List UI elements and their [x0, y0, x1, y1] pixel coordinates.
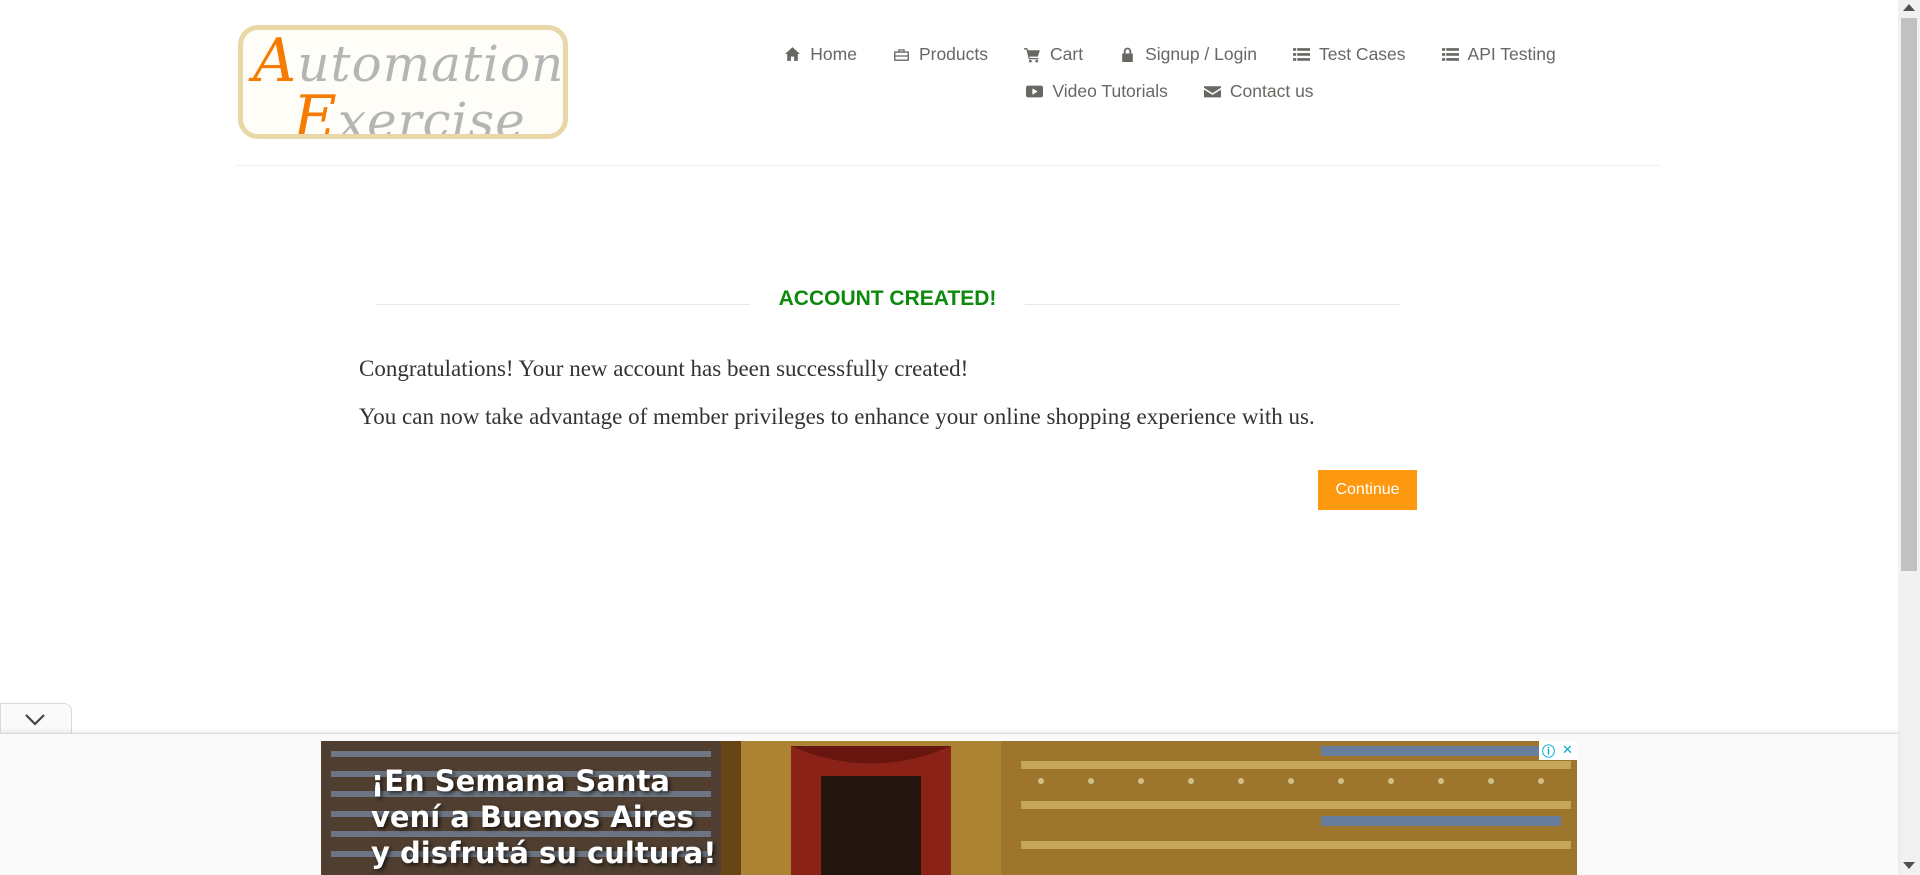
ad-controls: ⓘ ✕	[1539, 741, 1577, 760]
youtube-icon	[1026, 85, 1044, 98]
ad-line-3: y disfrutá su cultura!	[371, 836, 717, 870]
ad-line-1: ¡En Semana Santa	[371, 764, 670, 798]
nav-row-2: Video Tutorials Contact us	[730, 73, 1610, 110]
list-icon	[1292, 48, 1310, 61]
ad-line-2: vení a Buenos Aires	[371, 800, 694, 834]
ad-banner[interactable]: ¡En Semana Santa vení a Buenos Aires y d…	[321, 741, 1577, 875]
chevron-down-icon	[25, 714, 45, 726]
nav-cart[interactable]: Cart	[1024, 36, 1083, 73]
privileges-message: You can now take advantage of member pri…	[359, 404, 1315, 429]
page-title: ACCOUNT CREATED!	[778, 287, 997, 310]
main-nav: Home Products Cart Signup / Login Test C…	[730, 36, 1610, 110]
nav-video-tutorials[interactable]: Video Tutorials	[1026, 73, 1168, 110]
nav-home-label: Home	[810, 44, 857, 64]
success-message: Congratulations! Your new account has be…	[359, 356, 969, 381]
nav-products[interactable]: Products	[893, 36, 988, 73]
ad-collapse-tab[interactable]	[0, 703, 72, 734]
nav-row-1: Home Products Cart Signup / Login Test C…	[730, 36, 1610, 73]
title-rule-right	[1025, 304, 1400, 305]
scroll-up-arrow-icon[interactable]	[1903, 4, 1915, 11]
nav-contact-us-label: Contact us	[1229, 81, 1314, 101]
ad-close-icon[interactable]: ✕	[1558, 741, 1577, 760]
nav-contact-us[interactable]: Contact us	[1203, 73, 1314, 110]
continue-button[interactable]: Continue	[1318, 470, 1417, 510]
ad-headline: ¡En Semana Santa vení a Buenos Aires y d…	[371, 763, 716, 871]
logo-line-2: Exercise	[293, 83, 526, 139]
nav-signup-login-label: Signup / Login	[1145, 44, 1257, 64]
nav-api-testing[interactable]: API Testing	[1441, 36, 1556, 73]
lock-icon	[1122, 47, 1133, 62]
home-icon	[785, 47, 801, 61]
ad-info-icon[interactable]: ⓘ	[1539, 741, 1558, 760]
list-icon	[1441, 48, 1459, 61]
site-logo[interactable]: Automation Exercise	[238, 25, 568, 139]
nav-products-label: Products	[918, 44, 988, 64]
scrollbar-thumb[interactable]	[1901, 18, 1917, 571]
scroll-down-arrow-icon[interactable]	[1903, 862, 1915, 869]
nav-test-cases[interactable]: Test Cases	[1292, 36, 1406, 73]
cart-icon	[1024, 48, 1040, 63]
nav-video-tutorials-label: Video Tutorials	[1052, 81, 1168, 101]
nav-cart-label: Cart	[1050, 44, 1084, 64]
briefcase-icon	[894, 49, 909, 61]
nav-signup-login[interactable]: Signup / Login	[1119, 36, 1257, 73]
title-rule-left	[376, 304, 750, 305]
envelope-icon	[1203, 86, 1221, 98]
nav-test-cases-label: Test Cases	[1318, 44, 1406, 64]
header-divider	[236, 165, 1660, 166]
nav-home[interactable]: Home	[784, 36, 857, 73]
nav-api-testing-label: API Testing	[1467, 44, 1556, 64]
